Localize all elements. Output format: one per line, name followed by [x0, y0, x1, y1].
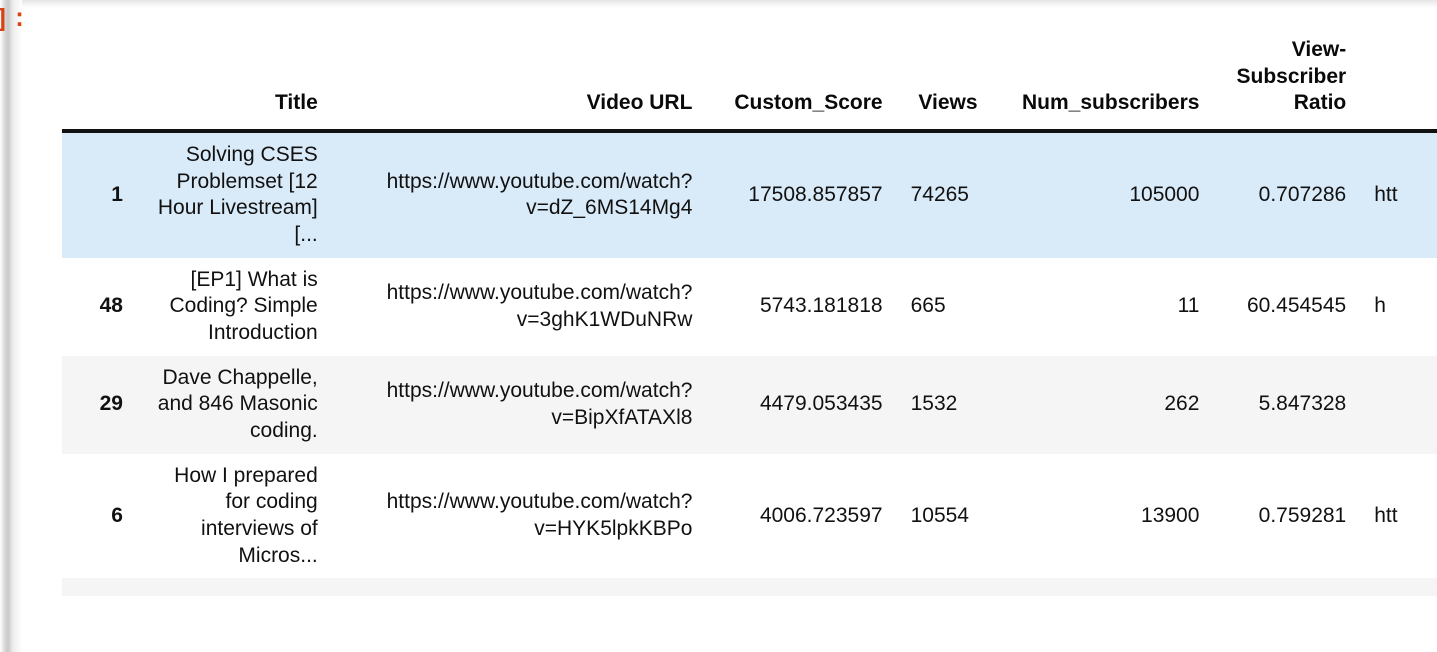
- cell-views: 74265: [910, 182, 969, 206]
- row-index: [62, 578, 139, 596]
- cell-custom-score: [706, 578, 896, 596]
- column-header-num-subscribers[interactable]: Num_subscribers: [991, 28, 1214, 131]
- cell-view-subscriber-ratio: 5.847328: [1258, 392, 1347, 416]
- cell-custom-score: 4479.053435: [759, 392, 883, 416]
- row-index: 48: [99, 294, 123, 318]
- cell-view-subscriber-ratio: [1213, 578, 1360, 596]
- cell-cutoff: htt: [1374, 503, 1398, 527]
- dataframe-header: Title Video URL Custom_Score Views Num_s…: [62, 28, 1437, 131]
- table-row[interactable]: 1 Solving CSES Problemset [12 Hour Livest…: [62, 130, 1437, 258]
- cell-title: [EP1] What is Coding? Simple Introductio…: [169, 267, 318, 344]
- cell-view-subscriber-ratio: 60.454545: [1246, 294, 1347, 318]
- output-cell-prompt: ]:: [0, 5, 31, 34]
- cell-custom-score: 4006.723597: [759, 503, 883, 527]
- notebook-output-cell: ]: Title Video URL Custom_Score Views: [0, 0, 1437, 652]
- table-row[interactable]: 6 How I prepared for coding interviews of…: [62, 453, 1437, 579]
- table-row[interactable]: [62, 578, 1437, 597]
- cell-num-subscribers: 11: [1177, 294, 1200, 318]
- cell-views: 10554: [910, 503, 969, 527]
- cell-view-subscriber-ratio: 0.707286: [1258, 182, 1347, 206]
- column-header-title[interactable]: Title: [138, 28, 332, 131]
- column-header-video-url[interactable]: Video URL: [331, 28, 707, 131]
- dataframe-table: Title Video URL Custom_Score Views Num_s…: [62, 28, 1437, 597]
- cell-title: Dave Chappelle, and 846 Masonic coding.: [157, 365, 318, 442]
- header-row: Title Video URL Custom_Score Views Num_s…: [62, 28, 1437, 131]
- cell-num-subscribers: 262: [1164, 392, 1200, 416]
- cell-title: Solving CSES Problemset [12 Hour Livestr…: [157, 142, 318, 246]
- row-index: 1: [111, 182, 123, 206]
- cell-num-subscribers: 105000: [1129, 182, 1200, 206]
- cell-video-url: [332, 578, 707, 596]
- cell-title: How I prepared for coding interviews of …: [174, 463, 318, 567]
- cell-video-url: https://www.youtube.com/watch?v=BipXfATA…: [386, 378, 693, 429]
- cell-video-url: https://www.youtube.com/watch?v=HYK5lpkK…: [386, 490, 693, 540]
- cell-views: 1532: [910, 392, 958, 416]
- column-header-view-subscriber-ratio[interactable]: View-Subscriber Ratio: [1213, 28, 1361, 131]
- cell-cutoff: [1360, 578, 1437, 596]
- cell-cutoff: htt: [1374, 182, 1398, 206]
- cell-num-subscribers: 13900: [1141, 503, 1200, 527]
- cell-title: [139, 578, 332, 596]
- cell-num-subscribers: [992, 578, 1214, 596]
- dataframe-scroll-region[interactable]: Title Video URL Custom_Score Views Num_s…: [0, 0, 1437, 652]
- cell-cutoff: h: [1374, 294, 1386, 318]
- cell-custom-score: 5743.181818: [759, 294, 883, 318]
- cell-cutoff: [1360, 356, 1437, 454]
- header-corner: [62, 28, 139, 131]
- cell-video-url: https://www.youtube.com/watch?v=dZ_6MS14…: [386, 169, 693, 220]
- cell-views: 665: [910, 294, 946, 318]
- table-row[interactable]: 29 Dave Chappelle, and 846 Masonic coding…: [62, 355, 1437, 454]
- cell-view-subscriber-ratio: 0.759281: [1258, 503, 1347, 527]
- row-index: 29: [99, 392, 123, 416]
- column-header-views[interactable]: Views: [896, 28, 992, 131]
- cell-video-url: https://www.youtube.com/watch?v=3ghK1WDu…: [386, 280, 693, 331]
- cell-views: [897, 578, 992, 596]
- row-index: 6: [111, 503, 123, 527]
- dataframe-body: 1 Solving CSES Problemset [12 Hour Livest…: [62, 130, 1437, 597]
- cell-custom-score: 17508.857857: [748, 182, 883, 206]
- column-header-cutoff: [1360, 28, 1437, 131]
- column-header-custom-score[interactable]: Custom_Score: [706, 28, 897, 131]
- table-row[interactable]: 48 [EP1] What is Coding? Simple Introduct…: [62, 257, 1437, 356]
